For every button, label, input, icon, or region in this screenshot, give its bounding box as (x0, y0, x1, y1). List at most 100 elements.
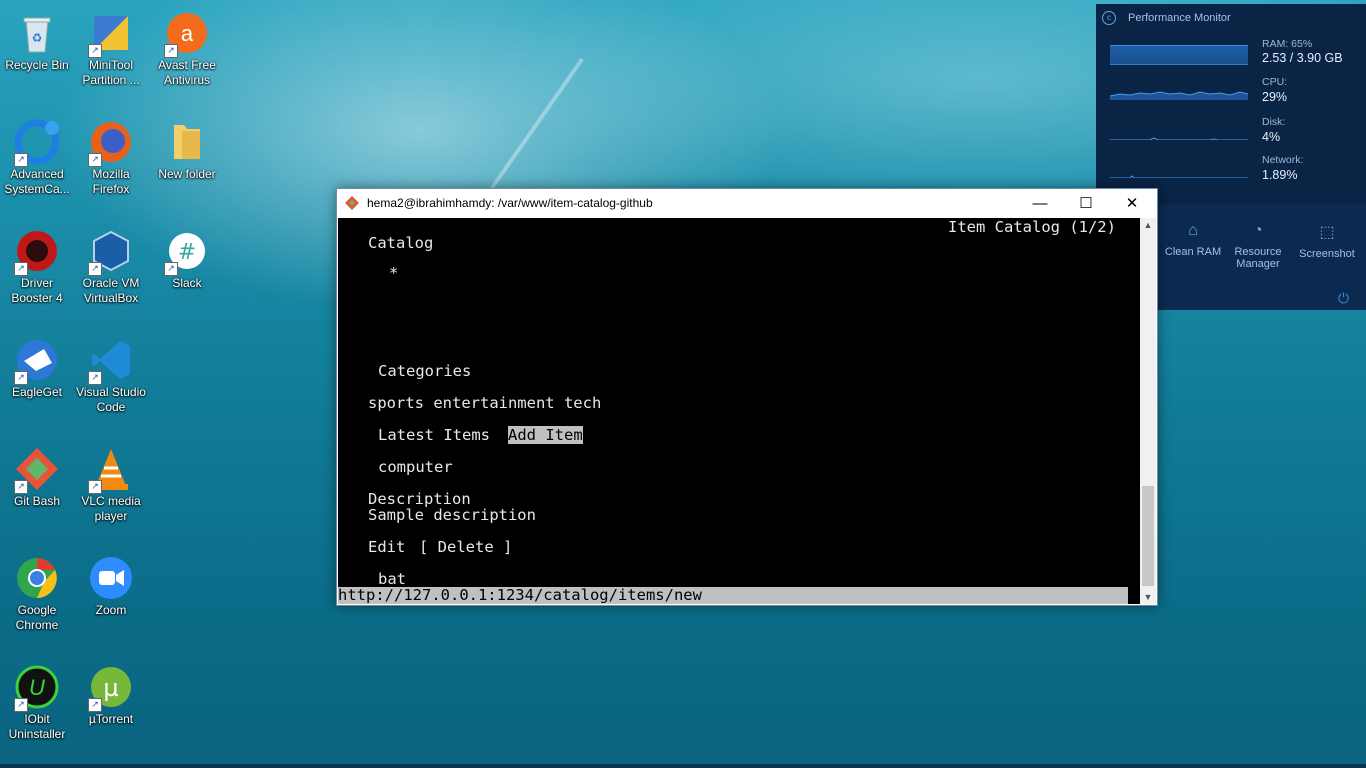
desktop-icon-chrome[interactable]: Google Chrome (0, 549, 74, 633)
desktop-icon-minitool[interactable]: ↗ MiniTool Partition ... (74, 4, 148, 88)
svg-text:U: U (29, 675, 45, 700)
icon-label: VLC media player (81, 494, 141, 523)
crop-icon: ⬚ (1319, 224, 1335, 241)
desktop-icon-eagleget[interactable]: ↗ EagleGet (0, 331, 74, 400)
performance-monitor-logo-icon: c (1102, 11, 1116, 25)
git-bash-window-icon (345, 196, 359, 210)
svg-text:#: # (178, 240, 196, 265)
desktop-icon-git-bash[interactable]: ↗ Git Bash (0, 440, 74, 509)
shortcut-arrow-icon: ↗ (164, 262, 178, 276)
maximize-button[interactable]: ☐ (1063, 189, 1109, 218)
icon-label: IObit Uninstaller (8, 712, 66, 741)
svg-text:µ: µ (103, 674, 118, 702)
desktop-icon-vscode[interactable]: ↗ Visual Studio Code (74, 331, 148, 415)
cpu-row: CPU: 29% (1110, 76, 1356, 116)
icon-label: Visual Studio Code (76, 385, 146, 414)
network-label: Network: (1262, 154, 1304, 166)
scroll-up-icon[interactable]: ▲ (1140, 220, 1156, 230)
desktop-icon-recycle-bin[interactable]: ♻ Recycle Bin (0, 4, 74, 73)
disk-value: 4% (1262, 130, 1281, 144)
desktop-icon-advanced-systemcare[interactable]: ↗ Advanced SystemCa... (0, 113, 74, 197)
cpu-label: CPU: (1262, 76, 1288, 88)
terminal-content[interactable]: Item Catalog (1/2) Catalog * Categories … (338, 218, 1140, 604)
shortcut-arrow-icon: ↗ (88, 698, 102, 712)
add-item-link[interactable]: Add Item (508, 426, 583, 444)
screenshot-button[interactable]: ⬚ Screenshot (1292, 222, 1362, 260)
minimize-button[interactable]: — (1017, 189, 1063, 218)
power-icon[interactable]: ⏻ (1338, 290, 1349, 307)
resource-manager-label: Resource Manager (1234, 246, 1282, 270)
shortcut-arrow-icon: ↗ (14, 698, 28, 712)
edit-link[interactable]: Edit (368, 538, 405, 556)
broom-icon: ⌂ (1188, 222, 1198, 239)
svg-text:♻: ♻ (32, 31, 43, 45)
delete-link[interactable]: [ Delete ] (419, 538, 512, 556)
git-bash-icon: ↗ (14, 446, 60, 494)
shortcut-arrow-icon: ↗ (14, 480, 28, 494)
desktop-icon-driver-booster[interactable]: ↗ Driver Booster 4 (0, 222, 74, 306)
network-value: 1.89% (1262, 168, 1298, 182)
chrome-icon (14, 555, 60, 601)
icon-label: Oracle VM VirtualBox (82, 276, 140, 305)
performance-monitor-title: Performance Monitor (1128, 12, 1231, 24)
icon-label: µTorrent (88, 712, 134, 726)
desktop-icon-zoom[interactable]: Zoom (74, 549, 148, 618)
virtualbox-icon: ↗ (88, 228, 134, 276)
shortcut-arrow-icon: ↗ (88, 44, 102, 58)
bullet-star: * (389, 264, 399, 282)
categories-heading: Categories (378, 362, 472, 380)
categories-list[interactable]: sports entertainment tech (368, 394, 601, 412)
shortcut-arrow-icon: ↗ (88, 153, 102, 167)
resource-manager-button[interactable]: ◔ Resource Manager (1223, 222, 1293, 270)
description-value: Sample description (368, 506, 536, 524)
vertical-scrollbar[interactable]: ▲ ▼ (1140, 218, 1156, 604)
shortcut-arrow-icon: ↗ (14, 262, 28, 276)
taskbar-edge (0, 764, 1366, 768)
vscode-icon: ↗ (88, 337, 134, 385)
utorrent-icon: µ ↗ (88, 664, 134, 712)
shortcut-arrow-icon: ↗ (88, 371, 102, 385)
clean-ram-label: Clean RAM (1164, 246, 1222, 258)
desktop-icon-utorrent[interactable]: µ ↗ µTorrent (74, 658, 148, 727)
minitool-icon: ↗ (88, 10, 134, 58)
desktop-icon-slack[interactable]: # ↗ Slack (150, 222, 224, 291)
desktop-icon-vlc[interactable]: ↗ VLC media player (74, 440, 148, 524)
latest-items-heading: Latest Items (378, 426, 490, 444)
clean-ram-button[interactable]: ⌂ Clean RAM (1158, 222, 1228, 258)
disk-graph (1110, 137, 1248, 140)
desktop-icon-new-folder[interactable]: New folder (150, 113, 224, 182)
screenshot-label: Screenshot (1299, 248, 1355, 260)
window-titlebar[interactable]: hema2@ibrahimhamdy: /var/www/item-catalo… (337, 189, 1157, 218)
item-computer[interactable]: computer (378, 458, 453, 476)
scrollbar-thumb[interactable] (1142, 486, 1154, 586)
advanced-systemcare-icon: ↗ (14, 119, 60, 167)
scroll-down-icon[interactable]: ▼ (1140, 592, 1156, 602)
icon-label: EagleGet (11, 385, 63, 399)
icon-label: Advanced SystemCa... (4, 167, 70, 196)
cpu-graph (1110, 91, 1248, 100)
eagleget-icon: ↗ (14, 337, 60, 385)
desktop-icon-avast[interactable]: a ↗ Avast Free Antivirus (150, 4, 224, 88)
gauge-icon: ◔ (1253, 222, 1263, 239)
firefox-icon: ↗ (88, 119, 134, 167)
catalog-link[interactable]: Catalog (368, 234, 433, 252)
shortcut-arrow-icon: ↗ (88, 480, 102, 494)
status-bar-url: http://127.0.0.1:1234/catalog/items/new (338, 587, 1128, 604)
icon-label: New folder (158, 167, 216, 181)
shortcut-arrow-icon: ↗ (164, 44, 178, 58)
ram-value: 2.53 / 3.90 GB (1262, 51, 1343, 65)
desktop-icon-virtualbox[interactable]: ↗ Oracle VM VirtualBox (74, 222, 148, 306)
icon-label: Mozilla Firefox (92, 167, 130, 196)
terminal-window: hema2@ibrahimhamdy: /var/www/item-catalo… (336, 188, 1158, 606)
close-button[interactable]: ✕ (1109, 189, 1155, 218)
shortcut-arrow-icon: ↗ (14, 371, 28, 385)
ram-graph (1110, 45, 1248, 65)
icon-label: Avast Free Antivirus (158, 58, 216, 87)
desktop-icon-firefox[interactable]: ↗ Mozilla Firefox (74, 113, 148, 197)
window-title: hema2@ibrahimhamdy: /var/www/item-catalo… (367, 196, 653, 210)
slack-icon: # ↗ (164, 228, 210, 276)
disk-row: Disk: 4% (1110, 116, 1356, 156)
avast-icon: a ↗ (164, 10, 210, 58)
desktop-icon-iobit-uninstaller[interactable]: U ↗ IObit Uninstaller (0, 658, 74, 742)
icon-label: Git Bash (13, 494, 61, 508)
